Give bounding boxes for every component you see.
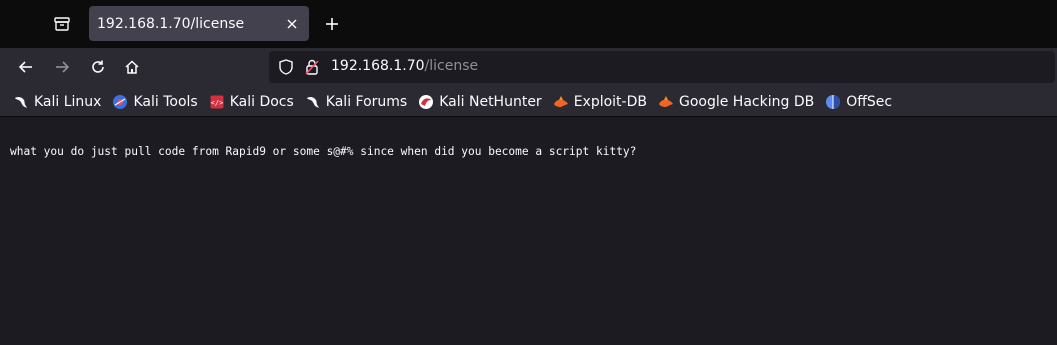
forward-button[interactable] [48, 53, 76, 81]
kali-dragon-icon [305, 94, 321, 110]
bookmark-kali-linux[interactable]: Kali Linux [12, 90, 107, 114]
kali-tools-icon [112, 94, 128, 110]
bookmark-kali-tools[interactable]: Kali Tools [111, 90, 203, 114]
home-icon [125, 60, 139, 74]
bookmark-kali-nethunter[interactable]: Kali NetHunter [417, 90, 547, 114]
reload-icon [92, 60, 104, 73]
bookmark-label: OffSec [846, 93, 893, 110]
bookmark-label: Exploit-DB [573, 93, 647, 110]
offsec-icon [825, 94, 841, 110]
reload-button[interactable] [84, 53, 112, 81]
navigation-toolbar: 192.168.1.70/license [0, 48, 1057, 87]
insecure-lock-icon[interactable] [303, 58, 321, 76]
exploit-db-icon [658, 94, 674, 110]
bookmark-kali-docs[interactable]: </> Kali Docs [208, 90, 300, 114]
bookmark-label: Kali Tools [133, 93, 198, 110]
arrow-left-icon [18, 61, 32, 73]
bookmark-label: Kali NetHunter [439, 93, 542, 110]
bookmark-kali-forums[interactable]: Kali Forums [304, 90, 413, 114]
url-text[interactable]: 192.168.1.70/license [331, 58, 478, 74]
bookmark-exploit-db[interactable]: Exploit-DB [552, 90, 653, 114]
bookmarks-toolbar: Kali Linux Kali Tools </> Kali Docs Kali… [0, 87, 1057, 117]
bookmark-label: Google Hacking DB [678, 93, 815, 110]
tracking-protection-shield-icon[interactable] [277, 58, 295, 76]
close-icon [287, 19, 296, 28]
home-button[interactable] [118, 53, 146, 81]
url-bar[interactable]: 192.168.1.70/license [269, 51, 1055, 83]
plus-icon [326, 18, 338, 30]
kali-docs-icon: </> [209, 94, 225, 110]
bookmark-label: Kali Linux [34, 93, 102, 110]
page-content: what you do just pull code from Rapid9 o… [0, 118, 1057, 345]
tab-title: 192.168.1.70/license [97, 15, 245, 32]
page-text: what you do just pull code from Rapid9 o… [10, 145, 637, 158]
nethunter-icon [418, 94, 434, 110]
bookmark-offsec[interactable]: OffSec [824, 90, 898, 114]
firefox-view-icon [54, 17, 70, 31]
svg-text:</>: </> [210, 99, 223, 107]
new-tab-button[interactable] [318, 10, 346, 38]
kali-dragon-icon [13, 94, 29, 110]
tab-strip: 192.168.1.70/license [0, 0, 1057, 48]
firefox-view-button[interactable] [48, 10, 76, 38]
bookmark-label: Kali Forums [325, 93, 408, 110]
arrow-right-icon [56, 61, 70, 73]
tab-close-button[interactable] [282, 14, 301, 33]
url-path: /license [424, 58, 479, 74]
url-host: 192.168.1.70 [331, 58, 425, 74]
active-tab[interactable]: 192.168.1.70/license [89, 6, 309, 41]
bookmark-label: Kali Docs [229, 93, 294, 110]
back-button[interactable] [12, 53, 40, 81]
bookmark-google-hacking-db[interactable]: Google Hacking DB [657, 90, 820, 114]
exploit-db-icon [553, 94, 569, 110]
